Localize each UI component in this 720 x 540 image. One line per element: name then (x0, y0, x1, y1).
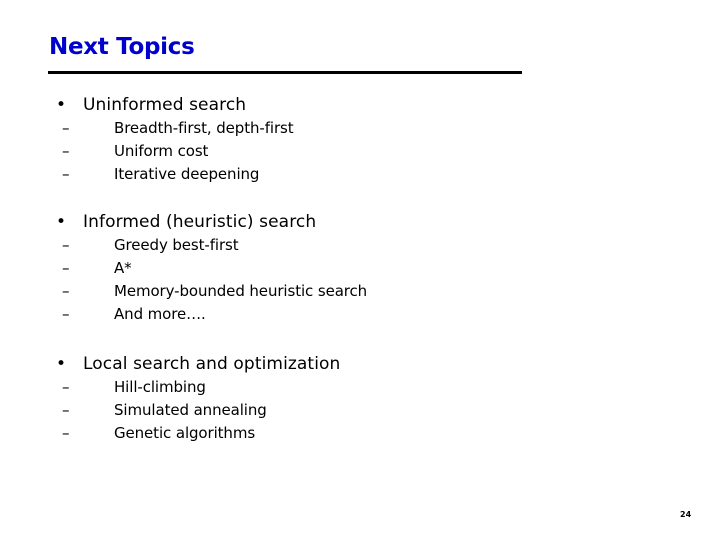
sub-item-label: Memory-bounded heuristic search (114, 282, 368, 300)
sub-item: – A* (56, 257, 367, 280)
dash-icon: – (62, 165, 70, 183)
sub-item-label: Greedy best-first (114, 236, 239, 254)
sub-item-label: A* (114, 259, 132, 277)
sub-item: – And more…. (56, 303, 367, 326)
sub-item: – Greedy best-first (56, 234, 367, 257)
sub-item-label: Iterative deepening (114, 165, 260, 183)
dash-icon: – (62, 119, 70, 137)
section-uninformed-search: • Uninformed search – Breadth-first, dep… (56, 93, 294, 186)
bullet-icon: • (56, 354, 67, 374)
sub-item: – Memory-bounded heuristic search (56, 280, 367, 303)
dash-icon: – (62, 236, 70, 254)
title-divider (48, 71, 522, 74)
sub-item-label: Simulated annealing (114, 401, 267, 419)
bullet-label: Uninformed search (83, 95, 247, 115)
bullet-label: Local search and optimization (83, 354, 341, 374)
sub-list: – Greedy best-first – A* – Memory-bounde… (56, 234, 367, 326)
sub-item: – Breadth-first, depth-first (56, 117, 294, 140)
sub-item: – Simulated annealing (56, 399, 340, 422)
dash-icon: – (62, 282, 70, 300)
bullet-item: • Local search and optimization (56, 352, 340, 376)
bullet-label: Informed (heuristic) search (83, 212, 317, 232)
sub-item: – Genetic algorithms (56, 422, 340, 445)
bullet-icon: • (56, 212, 67, 232)
bullet-item: • Informed (heuristic) search (56, 210, 367, 234)
sub-item-label: Uniform cost (114, 142, 209, 160)
slide-title: Next Topics (49, 34, 195, 60)
sub-item: – Uniform cost (56, 140, 294, 163)
section-informed-search: • Informed (heuristic) search – Greedy b… (56, 210, 367, 326)
page-number: 24 (680, 510, 692, 519)
dash-icon: – (62, 401, 70, 419)
dash-icon: – (62, 259, 70, 277)
dash-icon: – (62, 424, 70, 442)
bullet-item: • Uninformed search (56, 93, 294, 117)
section-local-search: • Local search and optimization – Hill-c… (56, 352, 340, 445)
sub-item-label: And more…. (114, 305, 206, 323)
sub-list: – Hill-climbing – Simulated annealing – … (56, 376, 340, 445)
sub-item: – Hill-climbing (56, 376, 340, 399)
sub-item-label: Breadth-first, depth-first (114, 119, 294, 137)
bullet-icon: • (56, 95, 67, 115)
sub-item-label: Hill-climbing (114, 378, 206, 396)
sub-item: – Iterative deepening (56, 163, 294, 186)
sub-list: – Breadth-first, depth-first – Uniform c… (56, 117, 294, 186)
sub-item-label: Genetic algorithms (114, 424, 256, 442)
dash-icon: – (62, 142, 70, 160)
dash-icon: – (62, 378, 70, 396)
dash-icon: – (62, 305, 70, 323)
